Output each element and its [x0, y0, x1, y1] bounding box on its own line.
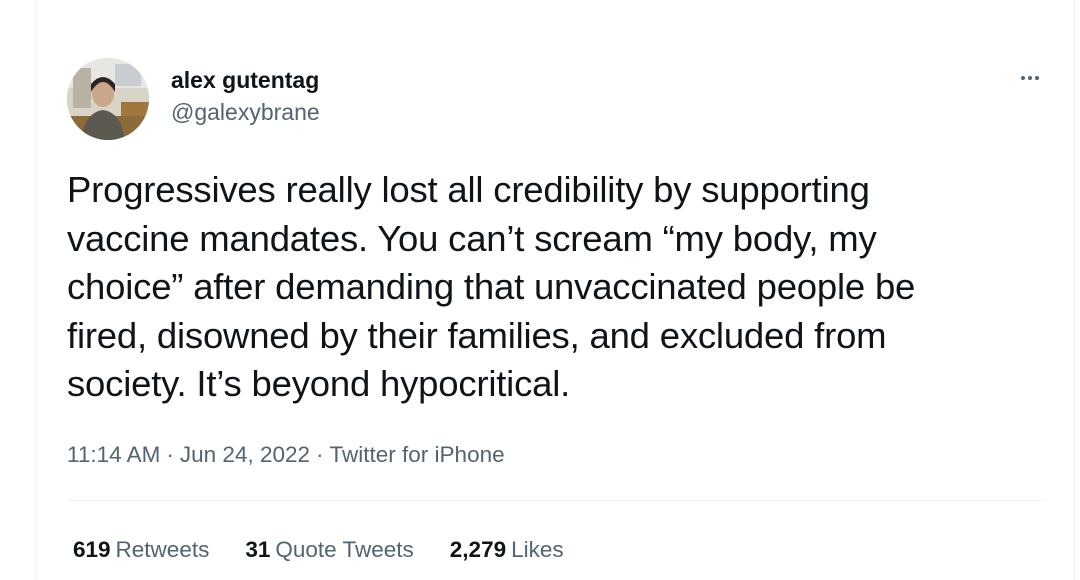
- tweet-text-line: Progressives really lost all credibility…: [67, 169, 870, 210]
- retweets-stat[interactable]: 619 Retweets: [73, 535, 209, 565]
- avatar-photo: [67, 58, 149, 140]
- divider: [67, 500, 1047, 501]
- tweet: alex gutentag @galexybrane Progressives …: [37, 0, 1074, 580]
- author-block: alex gutentag @galexybrane: [171, 66, 320, 126]
- page: alex gutentag @galexybrane Progressives …: [0, 0, 1080, 580]
- likes-label: Likes: [511, 537, 564, 562]
- author-handle[interactable]: @galexybrane: [171, 98, 320, 126]
- tweet-text-line: vaccine mandates. You can’t scream “my b…: [67, 217, 877, 259]
- tweet-metadata: 11:14 AM · Jun 24, 2022 · Twitter for iPhone: [67, 440, 505, 470]
- more-dot: [1028, 76, 1032, 80]
- tweet-text-line: choice” after demanding that unvaccinate…: [67, 266, 916, 307]
- column-border-right: [1074, 0, 1075, 580]
- meta-separator: ·: [166, 442, 174, 467]
- author-display-name[interactable]: alex gutentag: [171, 66, 320, 94]
- likes-count: 2,279: [449, 537, 507, 562]
- tweet-text-line: fired, disowned by their families, and e…: [67, 314, 887, 356]
- quote-tweets-stat[interactable]: 31 Quote Tweets: [245, 535, 413, 565]
- tweet-header: alex gutentag @galexybrane: [67, 58, 1057, 140]
- quote-tweets-count: 31: [245, 537, 271, 562]
- more-horizontal-icon[interactable]: [1013, 66, 1047, 90]
- retweets-label: Retweets: [115, 537, 210, 562]
- quote-tweets-label: Quote Tweets: [275, 537, 414, 562]
- more-dot: [1021, 76, 1025, 80]
- tweet-text-line: society. It’s beyond hypocritical.: [67, 363, 571, 404]
- more-dot: [1035, 76, 1039, 80]
- tweet-time[interactable]: 11:14 AM: [67, 442, 160, 467]
- avatar[interactable]: [67, 58, 149, 140]
- likes-stat[interactable]: 2,279 Likes: [450, 535, 564, 565]
- retweets-count: 619: [73, 537, 111, 562]
- tweet-text: Progressives really lost all credibility…: [67, 166, 1042, 409]
- meta-separator: ·: [316, 442, 324, 467]
- tweet-stats: 619 Retweets 31 Quote Tweets 2,279 Likes: [73, 535, 564, 565]
- tweet-source[interactable]: Twitter for iPhone: [330, 442, 505, 467]
- tweet-date[interactable]: Jun 24, 2022: [180, 442, 310, 467]
